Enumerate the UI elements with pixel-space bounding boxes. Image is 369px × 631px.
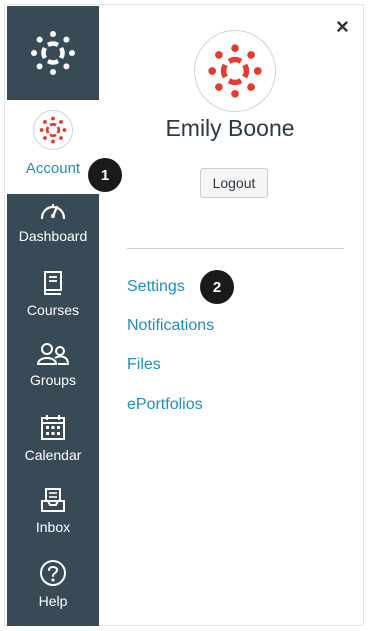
sidebar-item-label: Help xyxy=(38,593,68,609)
sidebar-item-calendar[interactable]: Calendar xyxy=(7,413,99,463)
avatar xyxy=(33,110,73,150)
notifications-link[interactable]: Notifications xyxy=(127,317,214,335)
canvas-avatar-icon xyxy=(39,116,67,144)
canvas-avatar-icon xyxy=(208,44,262,98)
sidebar-item-help[interactable]: Help xyxy=(7,559,99,609)
sidebar-item-dashboard[interactable]: Dashboard xyxy=(7,198,99,244)
sidebar-item-groups[interactable]: Groups xyxy=(7,342,99,388)
sidebar-item-label: Account xyxy=(25,160,81,177)
sidebar-item-inbox[interactable]: Inbox xyxy=(7,487,99,535)
step-badge-2: 2 xyxy=(200,270,234,304)
eportfolios-link[interactable]: ePortfolios xyxy=(127,396,203,414)
speedometer-icon xyxy=(40,204,66,220)
files-link[interactable]: Files xyxy=(127,356,161,374)
step-badge-1: 1 xyxy=(88,158,122,192)
sidebar-item-label: Dashboard xyxy=(18,228,88,244)
sidebar-item-courses[interactable]: Courses xyxy=(7,270,99,318)
calendar-icon xyxy=(41,415,65,440)
sidebar-item-account[interactable]: Account xyxy=(7,100,99,194)
profile-avatar xyxy=(194,30,276,112)
help-icon xyxy=(40,560,66,586)
logout-button[interactable]: Logout xyxy=(200,168,268,198)
close-icon[interactable]: × xyxy=(336,16,349,38)
book-icon xyxy=(44,271,62,295)
sidebar-item-label: Courses xyxy=(26,302,80,318)
user-name: Emily Boone xyxy=(165,115,295,141)
sidebar-item-label: Inbox xyxy=(35,519,71,535)
settings-link[interactable]: Settings xyxy=(127,278,185,296)
canvas-logo-icon xyxy=(31,31,75,75)
inbox-icon xyxy=(41,488,65,512)
canvas-logo[interactable] xyxy=(7,6,99,100)
sidebar-item-label: Calendar xyxy=(24,447,82,463)
sidebar-item-label: Groups xyxy=(30,372,76,388)
divider xyxy=(127,248,344,249)
people-icon xyxy=(36,343,70,365)
